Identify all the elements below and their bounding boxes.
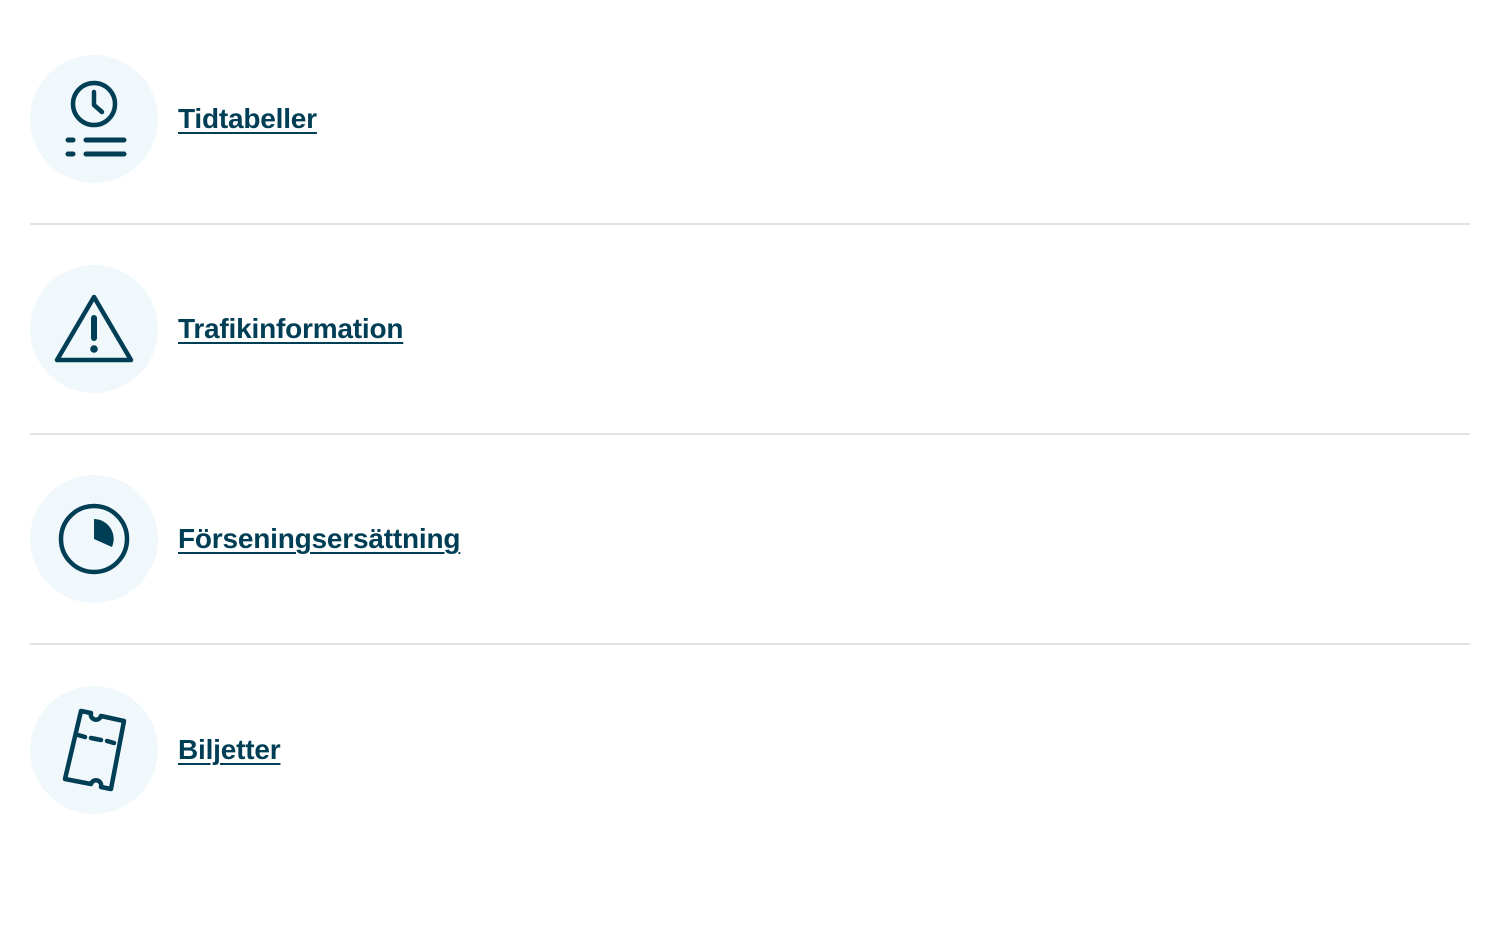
- list-item-forseningsersattning[interactable]: Förseningsersättning: [30, 435, 1470, 645]
- link-list: Tidtabeller Trafikinformation Försenings…: [30, 15, 1470, 855]
- timetable-icon: [30, 55, 158, 183]
- forseningsersattning-link[interactable]: Förseningsersättning: [178, 523, 460, 555]
- warning-icon: [30, 265, 158, 393]
- list-item-biljetter[interactable]: Biljetter: [30, 645, 1470, 855]
- trafikinformation-link[interactable]: Trafikinformation: [178, 313, 403, 345]
- tidtabeller-link[interactable]: Tidtabeller: [178, 103, 317, 135]
- list-item-trafikinformation[interactable]: Trafikinformation: [30, 225, 1470, 435]
- ticket-icon: [30, 686, 158, 814]
- list-item-tidtabeller[interactable]: Tidtabeller: [30, 15, 1470, 225]
- delay-clock-icon: [30, 475, 158, 603]
- biljetter-link[interactable]: Biljetter: [178, 734, 281, 766]
